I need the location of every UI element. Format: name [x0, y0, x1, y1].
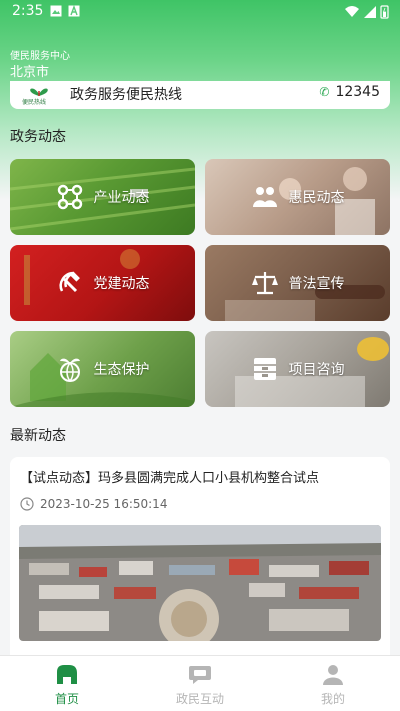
user-icon	[323, 665, 343, 685]
tile-benefit-label: 惠民动态	[288, 190, 345, 206]
tile-industry-news[interactable]: 产业动态	[10, 159, 195, 235]
people-icon	[252, 187, 277, 207]
bottom-tab-bar: 首页 政民互动 我的	[0, 655, 400, 711]
hotline-bar[interactable]: 便民热线 政务服务便民热线 ✆ 12345	[10, 81, 390, 109]
hotline-phone[interactable]: ✆ 12345	[319, 84, 380, 100]
tile-project-label: 项目咨询	[288, 362, 345, 378]
tab-home-label: 首页	[54, 692, 79, 706]
hotline-phone-number: 12345	[335, 84, 380, 100]
section-title-latest: 最新动态	[10, 428, 66, 444]
tile-industry-label: 产业动态	[93, 190, 150, 206]
signal-battery-icons	[345, 5, 389, 19]
tab-interaction-label: 政民互动	[175, 692, 224, 706]
tab-interaction[interactable]: 政民互动	[133, 656, 267, 711]
tile-party-news[interactable]: 党建动态	[10, 245, 195, 321]
tab-profile[interactable]: 我的	[266, 656, 400, 711]
phone-icon: ✆	[319, 85, 330, 99]
network-nodes-icon	[57, 184, 82, 210]
news-title: 【试点动态】玛多县圆满完成人口小县机构整合试点	[20, 471, 320, 486]
tile-party-label: 党建动态	[93, 276, 150, 292]
scales-icon	[251, 272, 278, 295]
tile-law-news[interactable]: 普法宣传	[205, 245, 390, 321]
gallery-icon	[50, 5, 62, 17]
tile-project-consult[interactable]: 项目咨询	[205, 331, 390, 407]
tile-law-label: 普法宣传	[288, 276, 345, 292]
cabinet-icon	[253, 358, 276, 380]
service-center-label: 便民服务中心	[10, 51, 70, 62]
status-time: 2:35	[12, 3, 44, 19]
news-time: 2023-10-25 16:50:14	[40, 497, 168, 511]
clock-icon	[20, 497, 34, 511]
city-selector[interactable]: 北京市	[10, 61, 49, 80]
tab-profile-label: 我的	[320, 692, 345, 706]
leaf-globe-icon	[59, 358, 80, 382]
news-card[interactable]: 【试点动态】玛多县圆满完成人口小县机构整合试点 2023-10-25 16:50…	[10, 457, 390, 667]
town-aerial-photo	[19, 525, 381, 641]
section-title-news-category: 政务动态	[10, 129, 66, 145]
hotline-title: 政务服务便民热线	[70, 87, 182, 103]
tab-home[interactable]: 首页	[0, 656, 134, 711]
text-app-icon	[68, 5, 80, 17]
news-image	[19, 525, 381, 641]
tile-ecology-label: 生态保护	[93, 362, 150, 378]
hammer-sickle-icon	[59, 271, 80, 293]
home-icon	[57, 665, 77, 684]
tile-ecology-news[interactable]: 生态保护	[10, 331, 195, 407]
hotline-logo-text: 便民热线	[22, 99, 47, 106]
tile-benefit-news[interactable]: 惠民动态	[205, 159, 390, 235]
chat-icon	[189, 666, 211, 684]
status-bar: 2:35	[0, 0, 400, 24]
